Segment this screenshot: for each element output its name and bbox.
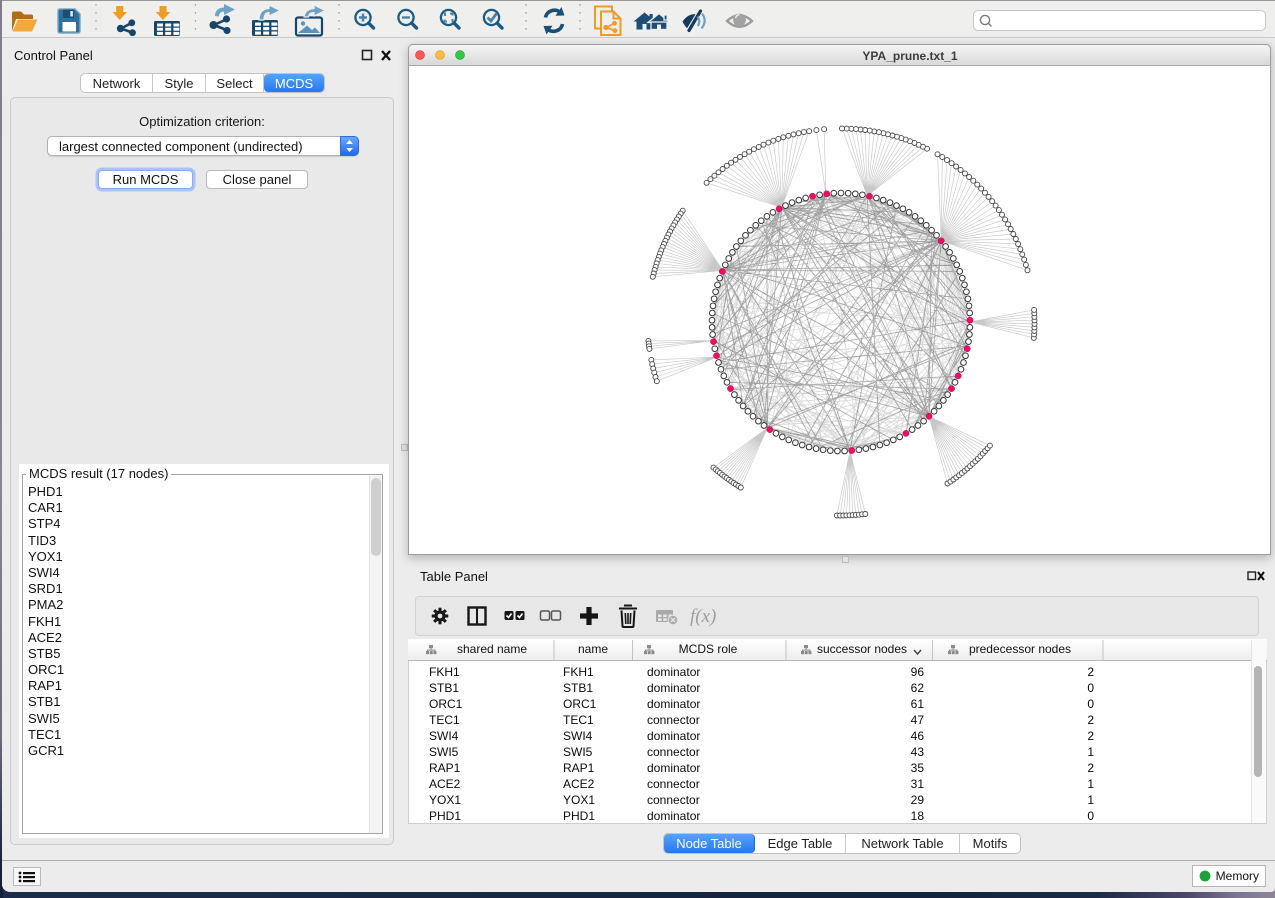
svg-text:f(x): f(x) [690,606,716,627]
